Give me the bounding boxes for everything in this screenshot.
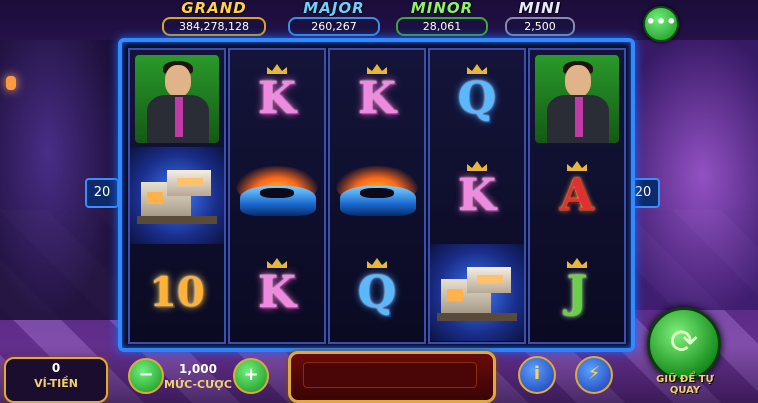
jackpot-major-label: MAJOR — [303, 0, 365, 17]
jackpot-grand: GRAND 384,278,128 — [162, 0, 266, 36]
background-right-room — [618, 40, 758, 310]
car-symbol — [234, 165, 320, 226]
bet-panel: 1,000 MỨC-CƯỢC — [163, 360, 233, 400]
jackpot-grand-label: GRAND — [181, 0, 247, 17]
wallet-label: VÍ-TIỀN — [34, 377, 78, 390]
crown-icon — [567, 258, 587, 268]
turbo-button[interactable]: ⚡ — [575, 356, 613, 394]
symbol-cell — [330, 147, 424, 244]
reel-1: 10 — [128, 48, 226, 344]
man-symbol — [535, 54, 619, 143]
crown-icon — [367, 64, 387, 74]
crown-icon — [467, 161, 487, 171]
win-display — [288, 351, 496, 403]
crown-icon — [267, 64, 287, 74]
symbol-cell: A — [530, 147, 624, 244]
house-symbol — [437, 261, 517, 325]
reel-5: A J — [528, 48, 626, 344]
crown-icon — [267, 258, 287, 268]
symbol-k: K — [257, 72, 297, 124]
refresh-icon: ⟳ — [669, 322, 699, 362]
symbol-cell: K — [230, 50, 324, 147]
symbol-q: Q — [357, 266, 397, 318]
more-dots-icon[interactable]: ••• — [643, 6, 679, 42]
lamp-icon — [6, 76, 16, 90]
jackpot-minor-label: MINOR — [410, 0, 474, 17]
reel-3: K Q — [328, 48, 426, 344]
car-symbol — [334, 165, 420, 226]
autospin-label: GIỮ ĐỂ TỰ QUAY — [656, 374, 714, 396]
symbol-a: A — [559, 169, 595, 221]
symbol-k: K — [357, 72, 397, 124]
jackpot-major: MAJOR 260,267 — [288, 0, 380, 36]
symbol-cell: 10 — [130, 244, 224, 341]
symbol-cell: K — [430, 147, 524, 244]
jackpot-grand-value: 384,278,128 — [162, 17, 266, 36]
reel-frame: 10 K K K Q Q K A J — [118, 38, 635, 352]
bet-decrease-button[interactable]: − — [128, 358, 164, 394]
symbol-10: 10 — [149, 268, 205, 316]
paylines-left: 20 — [85, 178, 119, 208]
bet-label: MỨC-CƯỢC — [164, 378, 232, 391]
symbol-cell: Q — [330, 244, 424, 341]
symbol-cell — [430, 244, 524, 341]
jackpot-mini-label: MINI — [518, 0, 562, 17]
bet-increase-button[interactable]: + — [233, 358, 269, 394]
symbol-q: Q — [457, 72, 497, 124]
wallet-panel: 0 VÍ-TIỀN — [4, 357, 108, 403]
symbol-cell: J — [530, 244, 624, 341]
crown-icon — [567, 161, 587, 171]
jackpot-minor: MINOR 28,061 — [396, 0, 488, 36]
symbol-cell — [230, 147, 324, 244]
symbol-cell: Q — [430, 50, 524, 147]
info-button[interactable]: i — [518, 356, 556, 394]
symbol-cell — [130, 147, 224, 244]
symbol-k: K — [257, 266, 297, 318]
symbol-j: J — [566, 266, 588, 318]
reel-4: Q K — [428, 48, 526, 344]
jackpot-mini: MINI 2,500 — [505, 0, 575, 36]
jackpot-mini-value: 2,500 — [505, 17, 575, 36]
jackpot-major-value: 260,267 — [288, 17, 380, 36]
wallet-value: 0 — [51, 361, 61, 375]
man-symbol — [135, 54, 219, 143]
crown-icon — [367, 258, 387, 268]
win-display-inner — [303, 362, 477, 388]
bet-value: 1,000 — [179, 362, 217, 376]
reel-2: K K — [228, 48, 326, 344]
crown-icon — [467, 64, 487, 74]
jackpot-minor-value: 28,061 — [396, 17, 488, 36]
house-symbol — [137, 164, 217, 228]
spin-button[interactable]: ⟳ — [647, 307, 721, 381]
symbol-k: K — [457, 169, 497, 221]
symbol-cell — [130, 50, 224, 147]
symbol-cell: K — [330, 50, 424, 147]
symbol-cell: K — [230, 244, 324, 341]
symbol-cell — [530, 50, 624, 147]
